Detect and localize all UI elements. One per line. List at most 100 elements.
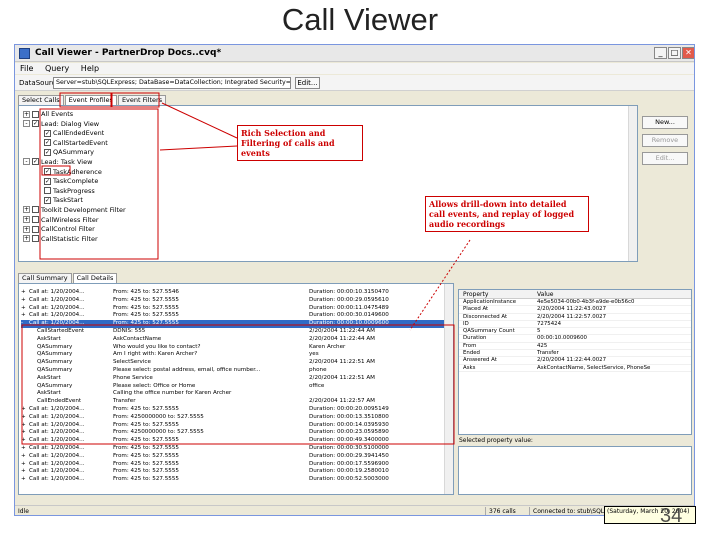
property-row[interactable]: From 425: [459, 343, 691, 351]
checkbox-icon[interactable]: ✓: [44, 196, 51, 204]
expand-icon[interactable]: +: [23, 110, 30, 118]
minimize-icon[interactable]: _: [654, 47, 667, 59]
property-row[interactable]: Disconnected At 2/20/2004 11:22:57.0027: [459, 314, 691, 321]
selected-property-value[interactable]: [458, 446, 692, 495]
table-row[interactable]: + Call at: 1/20/2004... From: 425 to: 527.…: [21, 461, 445, 469]
expand-icon[interactable]: +: [21, 305, 26, 313]
expand-icon[interactable]: +: [23, 216, 30, 224]
maximize-icon[interactable]: □: [668, 47, 681, 59]
checkbox-icon[interactable]: [32, 206, 39, 214]
property-row[interactable]: Placed At 2/20/2004 11:22:43.0027: [459, 306, 691, 314]
collapse-icon[interactable]: -: [23, 158, 30, 166]
checkbox-icon[interactable]: ✓: [44, 129, 51, 137]
table-row[interactable]: AskStart AskContactName 2/20/2004 11:22:44…: [21, 336, 445, 344]
property-row[interactable]: Asks AskContactName, SelectService, Phone…: [459, 365, 691, 372]
property-row[interactable]: QASummary Count 5: [459, 328, 691, 336]
filter-tree-item[interactable]: + CallWireless Filter: [23, 216, 126, 226]
expand-icon[interactable]: +: [23, 235, 30, 243]
table-row[interactable]: CallStartedEvent DDNIS: 555 2/20/2004 11:2…: [21, 328, 445, 336]
close-icon[interactable]: ✕: [682, 47, 694, 59]
table-row[interactable]: + Call at: 1/20/2004... From: 4250000000 t…: [21, 414, 445, 422]
checkbox-icon[interactable]: ✓: [44, 168, 51, 176]
checkbox-icon[interactable]: [32, 225, 39, 233]
edit-datasource-button[interactable]: Edit...: [295, 77, 320, 89]
filter-tree-item[interactable]: + All Events: [23, 110, 126, 120]
filter-tree-item[interactable]: ✓ TaskStart: [23, 196, 126, 206]
property-row[interactable]: Answered At 2/20/2004 11:22:44.0027: [459, 357, 691, 365]
property-row[interactable]: ID 7275424: [459, 321, 691, 329]
table-row[interactable]: QASummary Am I right with: Karen Archer? y…: [21, 351, 445, 359]
filter-tree-item[interactable]: + Toolkit Development Filter: [23, 206, 126, 216]
table-row[interactable]: - Call at: 1/20/2004... From: 425 to: 527.…: [21, 320, 445, 328]
expand-icon[interactable]: +: [21, 312, 26, 320]
tab-select-calls[interactable]: Select Calls: [18, 95, 64, 105]
expand-icon[interactable]: +: [21, 468, 26, 476]
expand-icon[interactable]: +: [21, 429, 26, 437]
menu-help[interactable]: Help: [81, 64, 99, 73]
remove-filter-button[interactable]: Remove: [642, 134, 688, 147]
filter-tree-item[interactable]: ✓ CallEndedEvent: [23, 129, 126, 139]
checkbox-icon[interactable]: ✓: [32, 120, 39, 128]
property-row[interactable]: Duration 00:00:10.0009600: [459, 335, 691, 343]
table-row[interactable]: QASummary Please select: Office or Home of…: [21, 383, 445, 391]
checkbox-icon[interactable]: [32, 110, 39, 118]
table-row[interactable]: + Call at: 1/20/2004... From: 425 to: 527.…: [21, 305, 445, 313]
filter-tree-item[interactable]: TaskProgress: [23, 187, 126, 197]
expand-icon[interactable]: +: [21, 406, 26, 414]
checkbox-icon[interactable]: ✓: [32, 158, 39, 166]
table-row[interactable]: AskStart Calling the office number for Ka…: [21, 390, 445, 398]
filter-tree-item[interactable]: + CallStatistic Filter: [23, 235, 126, 245]
table-row[interactable]: + Call at: 1/20/2004... From: 425 to: 527.…: [21, 437, 445, 445]
table-row[interactable]: + Call at: 1/20/2004... From: 425 to: 527.…: [21, 468, 445, 476]
collapse-icon[interactable]: -: [23, 120, 30, 128]
table-row[interactable]: QASummary SelectService 2/20/2004 11:22:51…: [21, 359, 445, 367]
checkbox-icon[interactable]: ✓: [44, 177, 51, 185]
title-bar[interactable]: Call Viewer - PartnerDrop Docs..cvq* _ □…: [15, 45, 694, 62]
checkbox-icon[interactable]: ✓: [44, 148, 51, 156]
expand-icon[interactable]: +: [23, 206, 30, 214]
table-row[interactable]: + Call at: 1/20/2004... From: 425 to: 527.…: [21, 422, 445, 430]
expand-icon[interactable]: +: [21, 453, 26, 461]
datasource-field[interactable]: Server=stub\SQLExpress; DataBase=DataCol…: [53, 77, 291, 89]
filter-tree-item[interactable]: ✓ CallStartedEvent: [23, 139, 126, 149]
menu-query[interactable]: Query: [45, 64, 69, 73]
table-row[interactable]: + Call at: 1/20/2004... From: 425 to: 527.…: [21, 453, 445, 461]
edit-filter-button[interactable]: Edit...: [642, 152, 688, 165]
table-row[interactable]: QASummary Please select: postal address, …: [21, 367, 445, 375]
filter-tree-item[interactable]: + CallControl Filter: [23, 225, 126, 235]
tab-event-filters[interactable]: Event Filters: [117, 95, 167, 105]
call-grid-scrollbar[interactable]: [444, 284, 453, 494]
expand-icon[interactable]: +: [21, 476, 26, 484]
expand-icon[interactable]: +: [21, 437, 26, 445]
menu-file[interactable]: File: [20, 64, 33, 73]
expand-icon[interactable]: +: [21, 422, 26, 430]
property-row[interactable]: Ended Transfer: [459, 350, 691, 358]
collapse-icon[interactable]: -: [21, 320, 23, 328]
expand-icon[interactable]: +: [21, 414, 26, 422]
table-row[interactable]: + Call at: 1/20/2004... From: 425 to: 527.…: [21, 445, 445, 453]
table-row[interactable]: + Call at: 1/20/2004... From: 425 to: 527.…: [21, 297, 445, 305]
table-row[interactable]: + Call at: 1/20/2004... From: 425 to: 527.…: [21, 289, 445, 297]
filter-tree-scrollbar[interactable]: [628, 106, 637, 261]
tab-event-profiles[interactable]: Event Profiles: [64, 95, 117, 105]
table-row[interactable]: CallEndedEvent Transfer 2/20/2004 11:22:57…: [21, 398, 445, 406]
new-filter-button[interactable]: New...: [642, 116, 688, 129]
tab-call-details[interactable]: Call Details: [72, 273, 118, 283]
table-row[interactable]: + Call at: 1/20/2004... From: 425 to: 527.…: [21, 406, 445, 414]
property-row[interactable]: ApplicationInstance 4e5e5034-00b0-4b3f-a9…: [459, 299, 691, 307]
checkbox-icon[interactable]: [32, 216, 39, 224]
table-row[interactable]: + Call at: 1/20/2004... From: 425 to: 527.…: [21, 312, 445, 320]
checkbox-icon[interactable]: [44, 187, 51, 195]
table-row[interactable]: + Call at: 1/20/2004... From: 425 to: 527.…: [21, 476, 445, 484]
checkbox-icon[interactable]: ✓: [44, 139, 51, 147]
tab-call-summary[interactable]: Call Summary: [18, 273, 72, 283]
filter-tree-item[interactable]: ✓ TaskComplete: [23, 177, 126, 187]
expand-icon[interactable]: +: [23, 225, 30, 233]
filter-tree-item[interactable]: - ✓ Lead: Dialog View: [23, 120, 126, 130]
checkbox-icon[interactable]: [32, 235, 39, 243]
expand-icon[interactable]: +: [21, 289, 26, 297]
filter-tree-item[interactable]: ✓ QASummary: [23, 148, 126, 158]
expand-icon[interactable]: +: [21, 461, 26, 469]
table-row[interactable]: QASummary Who would you like to contact? K…: [21, 344, 445, 352]
table-row[interactable]: + Call at: 1/20/2004... From: 4250000000 t…: [21, 429, 445, 437]
